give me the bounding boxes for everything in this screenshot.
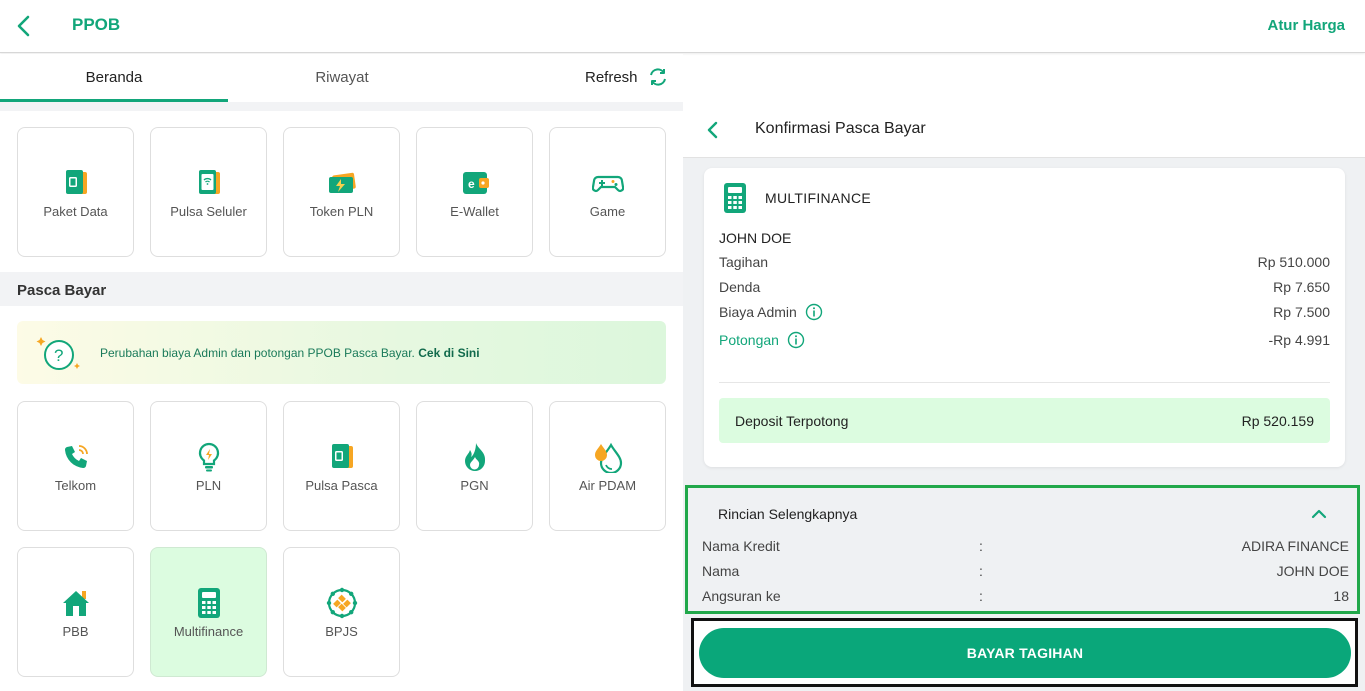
calculator-icon: [192, 586, 226, 620]
gamepad-icon: [591, 166, 625, 200]
product-pbb[interactable]: PBB: [17, 547, 134, 677]
lightbulb-icon: [192, 440, 226, 474]
product-air-pdam[interactable]: Air PDAM: [549, 401, 666, 531]
divider: [719, 382, 1330, 383]
row-biaya-admin: Biaya Admin Rp 7.500: [719, 303, 1330, 321]
gas-flame-icon: [458, 440, 492, 474]
product-pgn[interactable]: PGN: [416, 401, 533, 531]
chevron-up-icon[interactable]: [1311, 508, 1327, 520]
product-telkom[interactable]: Telkom: [17, 401, 134, 531]
product-e-wallet[interactable]: e E-Wallet: [416, 127, 533, 257]
product-paket-data[interactable]: Paket Data: [17, 127, 134, 257]
product-bpjs[interactable]: BPJS: [283, 547, 400, 677]
product-menu: Paket Data Pulsa Seluler Token PLN e E-W…: [0, 102, 683, 691]
confirmation-header: Konfirmasi Pasca Bayar: [683, 102, 1365, 158]
row-denda: Denda Rp 7.650: [719, 279, 1330, 295]
info-icon[interactable]: [787, 331, 805, 349]
tab-bar: Beranda Riwayat Refresh: [0, 54, 683, 102]
deposit-summary: Deposit Terpotong Rp 520.159: [719, 398, 1330, 443]
notice-banner[interactable]: ? Perubahan biaya Admin dan potongan PPO…: [17, 321, 666, 384]
house-icon: [59, 586, 93, 620]
product-pulsa-seluler[interactable]: Pulsa Seluler: [150, 127, 267, 257]
refresh-icon: [649, 68, 666, 86]
confirmation-panel: Konfirmasi Pasca Bayar MULTIFINANCE JOHN…: [683, 102, 1365, 691]
notice-text: Perubahan biaya Admin dan potongan PPOB …: [100, 345, 415, 360]
row-tagihan: Tagihan Rp 510.000: [719, 254, 1330, 270]
product-multifinance[interactable]: Multifinance: [150, 547, 267, 677]
product-pln[interactable]: PLN: [150, 401, 267, 531]
top-bar: PPOB Atur Harga: [0, 0, 1365, 53]
atur-harga-link[interactable]: Atur Harga: [1267, 17, 1345, 34]
pay-button-container: BAYAR TAGIHAN: [691, 618, 1358, 687]
wallet-icon: e: [458, 166, 492, 200]
detail-accordion: Rincian Selengkapnya Nama Kredit : ADIRA…: [685, 485, 1360, 614]
bill-detail-card: MULTIFINANCE JOHN DOE Tagihan Rp 510.000…: [704, 168, 1345, 467]
tab-riwayat[interactable]: Riwayat: [228, 54, 456, 100]
electricity-token-icon: [325, 166, 359, 200]
page-title: PPOB: [72, 15, 121, 34]
confirmation-title: Konfirmasi Pasca Bayar: [755, 120, 926, 137]
info-icon[interactable]: [805, 303, 823, 321]
accordion-title[interactable]: Rincian Selengkapnya: [718, 506, 857, 522]
sim-card-icon: [325, 440, 359, 474]
row-potongan: Potongan -Rp 4.991: [719, 331, 1330, 349]
notice-link[interactable]: Cek di Sini: [418, 346, 479, 360]
product-game[interactable]: Game: [549, 127, 666, 257]
bayar-tagihan-button[interactable]: BAYAR TAGIHAN: [699, 628, 1351, 678]
tab-beranda[interactable]: Beranda: [0, 54, 228, 100]
svg-text:?: ?: [54, 346, 63, 365]
back-arrow-icon[interactable]: [14, 14, 34, 38]
customer-name: JOHN DOE: [719, 230, 792, 246]
back-arrow-icon[interactable]: [705, 120, 721, 140]
refresh-button[interactable]: Refresh: [585, 54, 675, 100]
svg-text:e: e: [468, 177, 475, 191]
bpjs-icon: [325, 586, 359, 620]
phone-signal-icon: [192, 166, 226, 200]
product-token-pln[interactable]: Token PLN: [283, 127, 400, 257]
telephone-icon: [59, 440, 93, 474]
water-drop-icon: [591, 440, 625, 474]
product-name: MULTIFINANCE: [765, 190, 872, 206]
question-sparkle-icon: ?: [36, 336, 80, 370]
sim-card-icon: [59, 166, 93, 200]
calculator-icon: [724, 183, 746, 213]
section-title-pasca-bayar: Pasca Bayar: [17, 282, 107, 299]
section-band: [0, 102, 683, 111]
product-pulsa-pasca[interactable]: Pulsa Pasca: [283, 401, 400, 531]
